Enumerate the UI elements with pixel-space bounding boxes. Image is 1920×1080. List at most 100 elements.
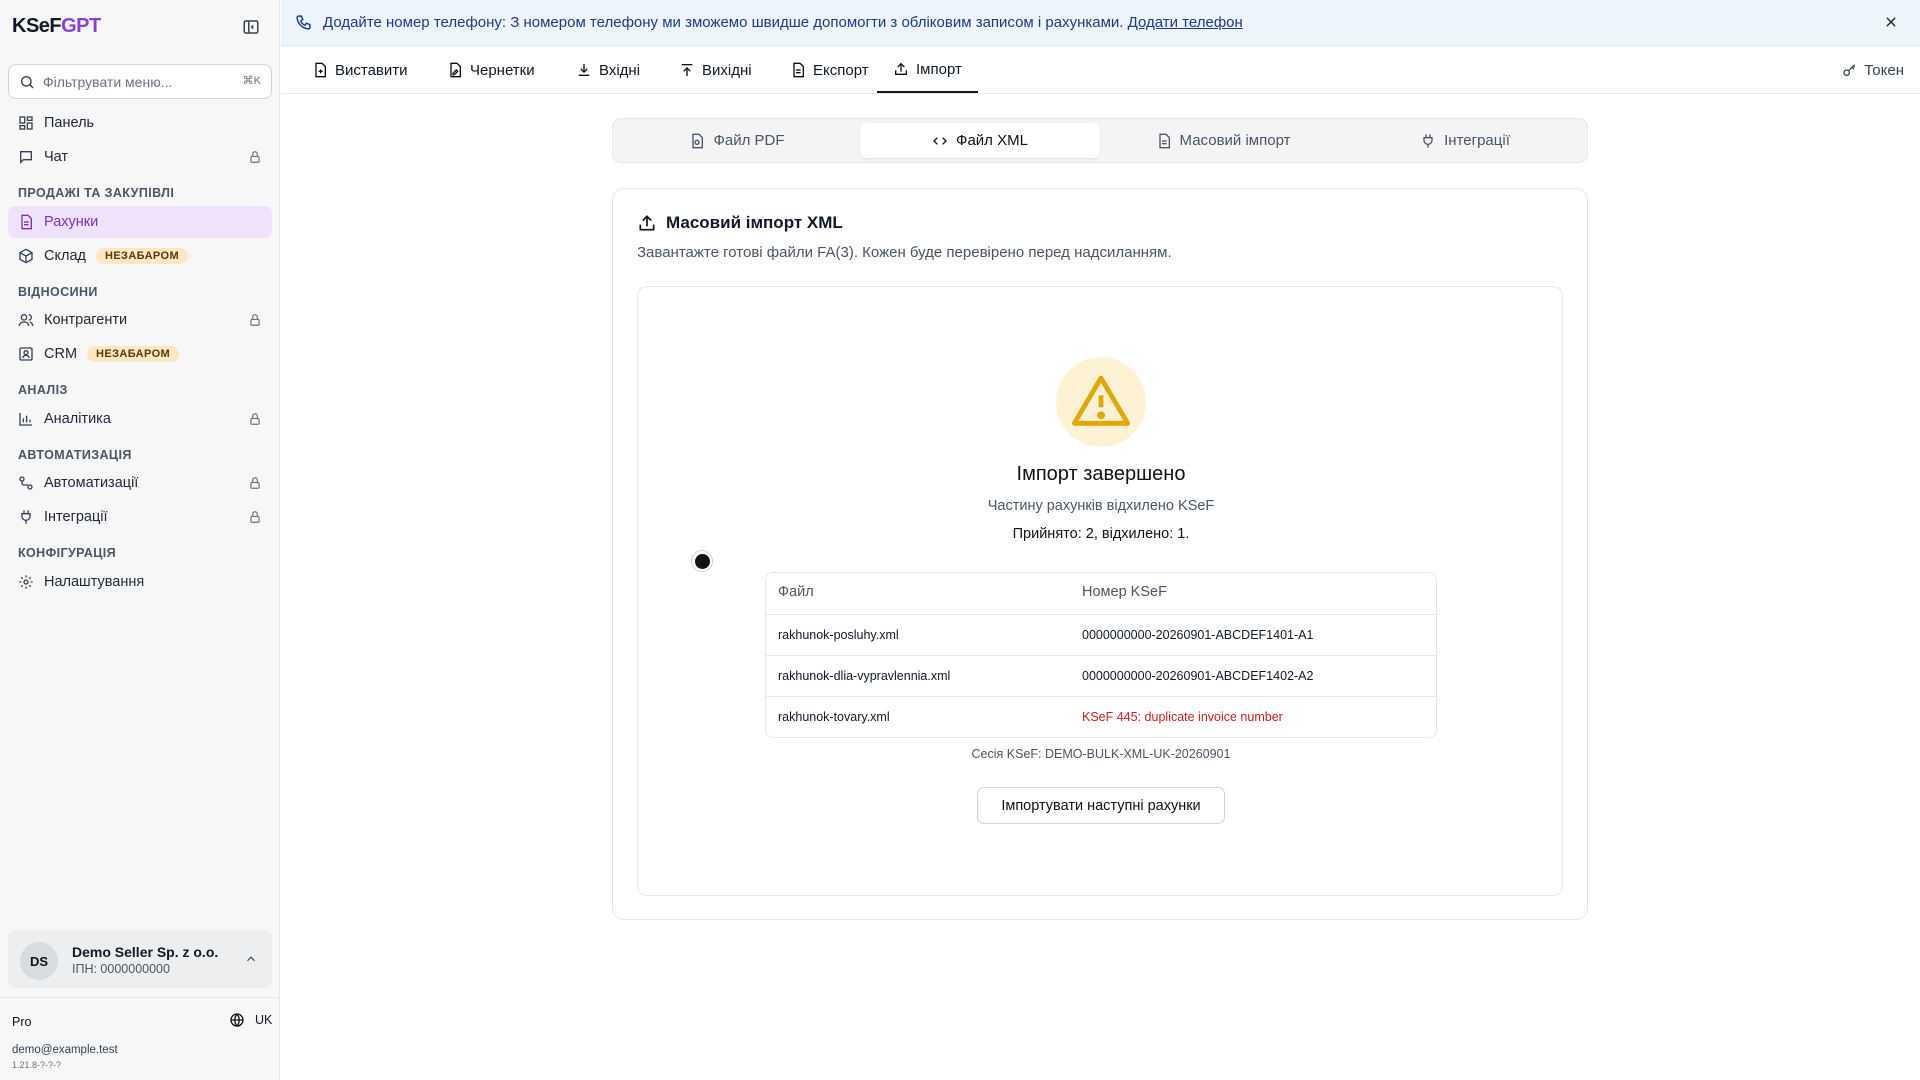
sidebar-toggle-icon[interactable] <box>242 18 262 38</box>
tab-label: Вхідні <box>599 61 641 79</box>
add-phone-link[interactable]: Додати телефон <box>1128 14 1243 31</box>
phone-icon <box>295 14 313 32</box>
sidebar-item-settings[interactable]: Налаштування <box>8 566 272 598</box>
ksef-session: Сесія KSeF: DEMO-BULK-XML-UK-20260901 <box>971 747 1231 761</box>
sidebar-item-label: Склад <box>44 248 86 264</box>
search-icon <box>19 74 35 90</box>
sidebar-item-invoices[interactable]: Рахунки <box>8 206 272 238</box>
users-icon <box>18 312 34 328</box>
menu-filter[interactable]: ⌘K <box>8 64 272 99</box>
sidebar: KSeFGPT ⌘K Панель Чат ПРОДАЖІ ТА ЗАКУПІВ… <box>0 0 280 1080</box>
section-label-automation: АВТОМАТИЗАЦІЯ <box>18 448 132 462</box>
sidebar-item-automations[interactable]: Автоматизації <box>8 467 272 499</box>
token-button[interactable]: Токен <box>1842 47 1904 93</box>
import-icon <box>893 61 916 77</box>
result-title: Імпорт завершено <box>1016 463 1186 485</box>
tab-drafts[interactable]: Чернетки <box>447 47 535 93</box>
tab-bulk-import[interactable]: Масовий імпорт <box>1103 123 1343 158</box>
file-plus-icon <box>312 62 335 78</box>
file-name: rakhunok-dlia-vypravlennia.xml <box>778 669 951 683</box>
tab-label: Файл PDF <box>713 132 785 149</box>
account-name: Demo Seller Sp. z o.o. <box>72 944 219 960</box>
tab-pdf-file[interactable]: Файл PDF <box>617 123 857 158</box>
sidebar-item-contractors[interactable]: Контрагенти <box>8 304 272 336</box>
column-header-ksef: Номер KSeF <box>1082 584 1167 600</box>
result-table: Файл Номер KSeF rakhunok-posluhy.xml 000… <box>765 572 1437 738</box>
sidebar-item-label: Панель <box>44 115 95 131</box>
ksef-error: KSeF 445: duplicate invoice number <box>1082 710 1283 724</box>
language-code: UK <box>255 1013 273 1027</box>
chevron-up-icon <box>244 952 258 966</box>
account-nip: ІПН: 0000000000 <box>72 962 170 976</box>
tab-label: Імпорт <box>916 60 962 78</box>
card-title-text: Масовий імпорт XML <box>666 213 843 232</box>
upload-icon <box>679 62 702 78</box>
section-label-config: КОНФІГУРАЦІЯ <box>18 546 117 560</box>
close-icon[interactable] <box>1884 15 1898 29</box>
banner-message: Додайте номер телефону: З номером телефо… <box>323 14 1243 31</box>
file-icon <box>790 62 813 78</box>
import-next-button[interactable]: Імпортувати наступні рахунки <box>977 787 1225 824</box>
sidebar-item-chat[interactable]: Чат <box>8 141 272 173</box>
package-icon <box>18 248 34 264</box>
lock-icon <box>248 510 262 524</box>
phone-banner: Додайте номер телефону: З номером телефо… <box>281 0 1920 46</box>
lock-icon <box>248 412 262 426</box>
dashboard-icon <box>18 115 34 131</box>
tab-export[interactable]: Експорт <box>790 47 869 93</box>
chat-icon <box>18 149 34 165</box>
app-version: 1.21.8-?-?-? <box>12 1060 62 1070</box>
workflow-icon <box>18 475 34 491</box>
tab-label: Вихідні <box>702 61 752 79</box>
logo-main: KSeF <box>12 15 62 37</box>
sidebar-item-label: Інтеграції <box>44 509 108 525</box>
sidebar-item-warehouse[interactable]: Склад НЕЗАБАРОМ <box>8 240 272 272</box>
plug-icon <box>1420 133 1444 149</box>
sidebar-item-analytics[interactable]: Аналітика <box>8 403 272 435</box>
menu-filter-input[interactable] <box>43 71 233 93</box>
card-title: Масовий імпорт XML <box>637 213 843 233</box>
tab-xml-file[interactable]: Файл XML <box>860 123 1100 158</box>
import-result-panel: Імпорт завершено Частину рахунків відхил… <box>637 286 1563 896</box>
sidebar-item-label: CRM <box>44 346 78 362</box>
table-row: rakhunok-posluhy.xml 0000000000-20260901… <box>766 614 1436 655</box>
pdf-file-icon <box>689 133 713 149</box>
table-row: rakhunok-tovary.xml KSeF 445: duplicate … <box>766 696 1436 737</box>
logo-accent: GPT <box>61 15 101 37</box>
file-icon <box>1156 133 1180 149</box>
lock-icon <box>248 313 262 327</box>
ksef-number: 0000000000-20260901-ABCDEF1402-A2 <box>1082 669 1314 683</box>
sidebar-item-crm[interactable]: CRM НЕЗАБАРОМ <box>8 338 272 370</box>
sidebar-item-label: Чат <box>44 149 69 165</box>
column-header-file: Файл <box>778 584 814 600</box>
account-switcher[interactable]: DS Demo Seller Sp. z o.o. ІПН: 000000000… <box>8 930 272 988</box>
language-switcher[interactable]: UK <box>229 1012 272 1028</box>
tab-import[interactable]: Імпорт <box>877 47 978 93</box>
ksef-number: 0000000000-20260901-ABCDEF1401-A1 <box>1082 628 1314 642</box>
tab-issue[interactable]: Виставити <box>312 47 408 93</box>
tab-label: Експорт <box>813 61 869 79</box>
app-logo[interactable]: KSeFGPT <box>12 15 101 38</box>
draft-icon <box>447 62 470 78</box>
section-label-analysis: АНАЛІЗ <box>18 383 68 397</box>
plug-icon <box>18 509 34 525</box>
sidebar-item-integrations[interactable]: Інтеграції <box>8 501 272 533</box>
tab-label: Масовий імпорт <box>1179 132 1291 149</box>
token-label: Токен <box>1864 61 1904 79</box>
sidebar-item-panel[interactable]: Панель <box>8 107 272 139</box>
coming-soon-badge: НЕЗАБАРОМ <box>87 346 180 362</box>
tab-outgoing[interactable]: Вихідні <box>679 47 752 93</box>
sidebar-item-label: Контрагенти <box>44 312 128 328</box>
file-name: rakhunok-tovary.xml <box>778 710 890 724</box>
tab-label: Файл XML <box>956 132 1028 149</box>
section-label-sales: ПРОДАЖІ ТА ЗАКУПІВЛІ <box>18 186 175 200</box>
globe-icon <box>229 1012 250 1028</box>
result-counts: Прийнято: 2, відхилено: 1. <box>1012 526 1190 542</box>
invoice-tabs: Виставити Чернетки Вхідні Вихідні Експор… <box>281 47 1920 94</box>
tab-label: Виставити <box>335 61 408 79</box>
sidebar-item-label: Автоматизації <box>44 475 139 491</box>
banner-text: Додайте номер телефону: З номером телефо… <box>323 14 1124 31</box>
tab-incoming[interactable]: Вхідні <box>576 47 640 93</box>
gear-icon <box>18 574 34 590</box>
tab-integrations[interactable]: Інтеграції <box>1345 123 1585 158</box>
